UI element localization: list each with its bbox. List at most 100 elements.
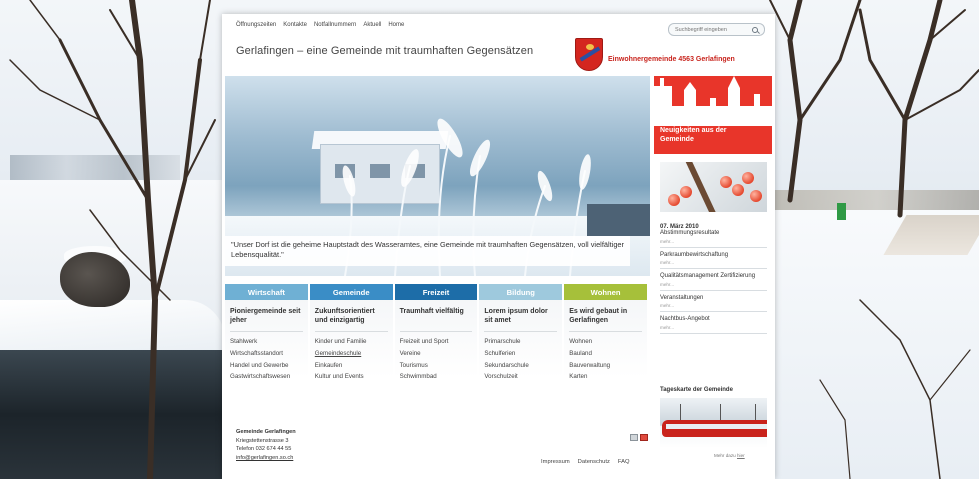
- news-headline[interactable]: Parkraumbewirtschaftung: [660, 252, 767, 260]
- municipal-crest-icon[interactable]: [575, 38, 603, 71]
- category-link[interactable]: Schwimmbad: [400, 371, 473, 383]
- category-links: Stahlwerk Wirtschaftsstandort Handel und…: [230, 331, 303, 383]
- footer-link-impressum[interactable]: Impressum: [541, 459, 570, 465]
- site-title: Gerlafingen – eine Gemeinde mit traumhaf…: [236, 45, 534, 57]
- tab-freizeit[interactable]: Freizeit: [394, 284, 478, 300]
- news-more-link[interactable]: mehr...: [660, 325, 767, 330]
- day-map-link[interactable]: hier: [737, 453, 745, 458]
- day-map-image[interactable]: [660, 398, 767, 448]
- day-map-link-text: Mehr dazu hier: [714, 453, 745, 458]
- top-navigation: Öffnungszeiten Kontakte Notfallnummern A…: [236, 22, 404, 28]
- category-heading: Es wird gebaut in Gerlafingen: [569, 308, 628, 324]
- footer-links: Impressum Datenschutz FAQ: [541, 459, 630, 465]
- search-icon[interactable]: [752, 26, 758, 33]
- category-link[interactable]: Gemeindeschule: [315, 348, 388, 360]
- category-link[interactable]: Handel und Gewerbe: [230, 360, 303, 372]
- category-links: Wohnen Bauland Bauverwaltung Karten: [569, 331, 642, 383]
- category-link[interactable]: Kultur und Events: [315, 371, 388, 383]
- category-link[interactable]: Kinder und Familie: [315, 336, 388, 348]
- category-wohnen: Wohnen Es wird gebaut in Gerlafingen Woh…: [564, 284, 647, 418]
- category-link[interactable]: Gastwirtschaftswesen: [230, 371, 303, 383]
- footer-tools: [630, 434, 648, 441]
- news-header: Neuigkeiten aus der Gemeinde: [654, 76, 772, 154]
- category-link[interactable]: Bauland: [569, 348, 642, 360]
- footer-address: Gemeinde Gerlafingen Kriegstettenstrasse…: [236, 428, 654, 462]
- print-icon[interactable]: [630, 434, 638, 441]
- category-link[interactable]: Stahlwerk: [230, 336, 303, 348]
- category-columns: Wirtschaft Pioniergemeinde seit jeher St…: [225, 284, 647, 418]
- news-item[interactable]: Parkraumbewirtschaftung mehr...: [660, 248, 767, 269]
- news-image-fruit: [732, 184, 744, 196]
- nav-aktuell[interactable]: Aktuell: [363, 22, 381, 28]
- news-headline[interactable]: Qualitätsmanagement Zertifizierung: [660, 273, 767, 281]
- pdf-icon[interactable]: [640, 434, 648, 441]
- nav-kontakte[interactable]: Kontakte: [283, 22, 307, 28]
- category-link[interactable]: Schulferien: [484, 348, 557, 360]
- category-link[interactable]: Freizeit und Sport: [400, 336, 473, 348]
- news-item[interactable]: Veranstaltungen mehr...: [660, 291, 767, 312]
- category-heading: Traumhaft vielfältig: [399, 308, 464, 315]
- category-body: Lorem ipsum dolor sit amet Primarschule …: [479, 300, 562, 383]
- news-image-fruit: [668, 194, 680, 206]
- category-links: Freizeit und Sport Vereine Tourismus Sch…: [399, 331, 473, 383]
- category-link[interactable]: Tourismus: [400, 360, 473, 372]
- footer-street: Kriegstettenstrasse 3: [236, 437, 289, 444]
- category-links: Kinder und Familie Gemeindeschule Einkau…: [314, 331, 388, 383]
- news-image-fruit: [750, 190, 762, 202]
- tab-gemeinde[interactable]: Gemeinde: [309, 284, 393, 300]
- tab-wohnen[interactable]: Wohnen: [564, 284, 647, 300]
- category-heading: Pioniergemeinde seit jeher: [230, 308, 301, 324]
- news-image[interactable]: [660, 162, 767, 212]
- news-more-link[interactable]: mehr...: [660, 282, 767, 287]
- train-window-band: [666, 424, 767, 429]
- footer-link-datenschutz[interactable]: Datenschutz: [578, 459, 610, 465]
- category-freizeit: Freizeit Traumhaft vielfältig Freizeit u…: [394, 284, 478, 418]
- news-image-fruit: [742, 172, 754, 184]
- news-item[interactable]: Qualitätsmanagement Zertifizierung mehr.…: [660, 269, 767, 291]
- category-link[interactable]: Vorschulzeit: [484, 371, 557, 383]
- news-more-link[interactable]: mehr...: [660, 239, 767, 244]
- category-link[interactable]: Bauverwaltung: [569, 360, 642, 372]
- news-image-fruit: [720, 176, 732, 188]
- category-gemeinde: Gemeinde Zukunftsorientiert und einzigar…: [309, 284, 393, 418]
- category-link[interactable]: Primarschule: [484, 336, 557, 348]
- town-skyline-icon: [654, 76, 772, 126]
- footer-phone: Telefon 032 674 44 55: [236, 446, 292, 453]
- org-name[interactable]: Einwohnergemeinde 4563 Gerlafingen: [608, 56, 735, 63]
- category-link[interactable]: Wohnen: [569, 336, 642, 348]
- news-headline[interactable]: Veranstaltungen: [660, 295, 767, 303]
- page-footer: Gemeinde Gerlafingen Kriegstettenstrasse…: [236, 428, 654, 465]
- news-item[interactable]: 07. März 2010 Abstimmungsresultate mehr.…: [660, 220, 767, 248]
- news-list: 07. März 2010 Abstimmungsresultate mehr.…: [660, 220, 767, 334]
- news-more-link[interactable]: mehr...: [660, 303, 767, 308]
- news-image-branch: [685, 162, 721, 212]
- search-input[interactable]: [675, 26, 751, 33]
- hero-quote: "Unser Dorf ist die geheime Hauptstadt d…: [225, 236, 630, 266]
- news-sidebar: Neuigkeiten aus der Gemeinde 07. März 20…: [654, 76, 772, 473]
- nav-notfallnummern[interactable]: Notfallnummern: [314, 22, 356, 28]
- news-more-link[interactable]: mehr...: [660, 260, 767, 265]
- category-link[interactable]: Wirtschaftsstandort: [230, 348, 303, 360]
- nav-oeffnungszeiten[interactable]: Öffnungszeiten: [236, 22, 276, 28]
- news-headline[interactable]: Abstimmungsresultate: [660, 230, 767, 238]
- category-link[interactable]: Einkaufen: [315, 360, 388, 372]
- news-image-fruit: [680, 186, 692, 198]
- footer-link-faq[interactable]: FAQ: [618, 459, 630, 465]
- category-heading: Zukunftsorientiert und einzigartig: [314, 308, 375, 324]
- day-map-link-prefix: Mehr dazu: [714, 453, 736, 458]
- website-page: Öffnungszeiten Kontakte Notfallnummern A…: [222, 14, 775, 479]
- category-link[interactable]: Sekundarschule: [484, 360, 557, 372]
- news-headline[interactable]: Nachtbus-Angebot: [660, 316, 767, 324]
- category-wirtschaft: Wirtschaft Pioniergemeinde seit jeher St…: [225, 284, 308, 418]
- search-box: [668, 23, 765, 36]
- nav-home[interactable]: Home: [388, 22, 404, 28]
- news-item[interactable]: Nachtbus-Angebot mehr...: [660, 312, 767, 334]
- category-link[interactable]: Vereine: [400, 348, 473, 360]
- tab-bildung[interactable]: Bildung: [479, 284, 563, 300]
- category-body: Zukunftsorientiert und einzigartig Kinde…: [310, 300, 393, 383]
- category-bildung: Bildung Lorem ipsum dolor sit amet Prima…: [479, 284, 563, 418]
- category-link[interactable]: Karten: [569, 371, 642, 383]
- category-body: Es wird gebaut in Gerlafingen Wohnen Bau…: [564, 300, 647, 383]
- category-heading: Lorem ipsum dolor sit amet: [484, 308, 548, 324]
- tab-wirtschaft[interactable]: Wirtschaft: [225, 284, 308, 300]
